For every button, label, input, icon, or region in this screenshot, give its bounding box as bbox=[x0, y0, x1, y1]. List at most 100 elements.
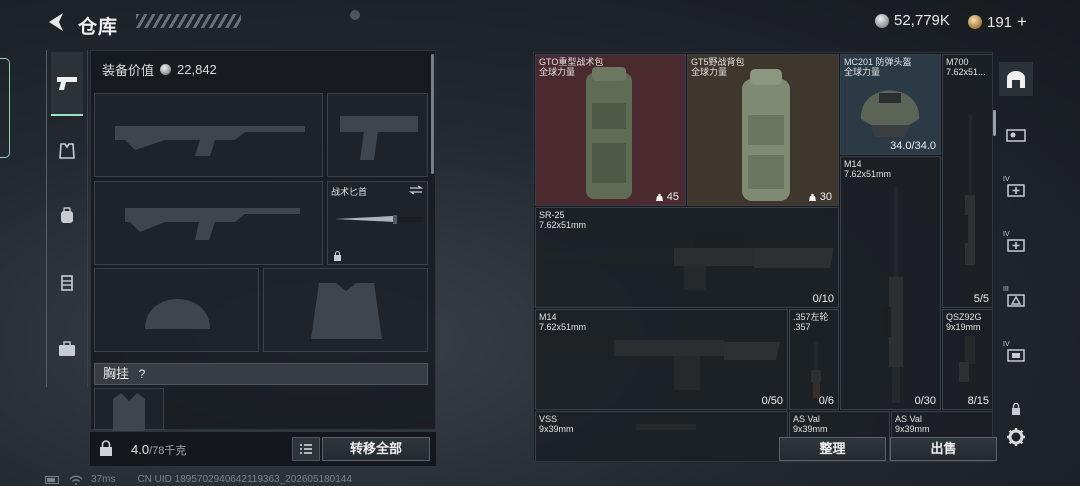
chest-rig-help-button[interactable]: ? bbox=[139, 364, 146, 384]
item-ammo: 0/50 bbox=[761, 395, 783, 407]
item-ammo: 0/6 bbox=[818, 395, 834, 407]
secondary-weapon-slot[interactable] bbox=[94, 181, 323, 265]
storage-item-m14[interactable]: M14 7.62x51mm 0/50 bbox=[535, 309, 788, 410]
tab-tier: III bbox=[1003, 286, 1009, 293]
storage-item-gto-bag[interactable]: GTO重型战术包 全球力量 45 bbox=[535, 54, 686, 206]
back-button[interactable] bbox=[45, 10, 69, 34]
swap-icon[interactable] bbox=[409, 185, 423, 195]
storage-scrollbar[interactable] bbox=[993, 110, 996, 136]
add-gold-button[interactable]: + bbox=[1017, 12, 1027, 32]
back-arrow-icon bbox=[49, 13, 63, 31]
weight-lock-icon bbox=[100, 440, 112, 456]
item-count: 45 bbox=[666, 191, 679, 203]
battle-rifle-icon bbox=[883, 187, 903, 403]
transfer-all-button[interactable]: 转移全部 bbox=[322, 437, 430, 461]
chest-rig-icon bbox=[61, 275, 73, 291]
storage-item-m700[interactable]: M700 7.62x51... 5/5 bbox=[942, 54, 992, 308]
nav-weapons[interactable] bbox=[51, 52, 83, 116]
tactical-knife-icon bbox=[335, 215, 423, 224]
storage-item-m14-vertical[interactable]: M14 7.62x51mm 0/30 bbox=[840, 156, 941, 410]
rifle-icon bbox=[636, 424, 696, 430]
battle-rifle-icon bbox=[544, 340, 780, 390]
equipment-value: 装备价值 22,842 bbox=[102, 60, 217, 79]
item-sub: 9x39mm bbox=[895, 424, 930, 434]
item-sub: 7.62x51mm bbox=[844, 169, 892, 179]
pistol-slot[interactable] bbox=[327, 93, 428, 177]
silver-coin-icon bbox=[875, 13, 889, 28]
side-drawer-handle[interactable] bbox=[0, 58, 10, 158]
item-name: SR-25 bbox=[539, 210, 565, 220]
storage-tab-4[interactable]: IV bbox=[1003, 231, 1029, 257]
item-name: AS Val bbox=[793, 414, 820, 424]
gear-icon bbox=[1007, 428, 1025, 446]
rifle-silhouette-icon bbox=[125, 208, 300, 240]
storage-tab-5[interactable]: III bbox=[1003, 286, 1029, 312]
nav-case[interactable] bbox=[51, 333, 83, 365]
item-name: QSZ92G bbox=[946, 312, 982, 322]
storage-tab-main[interactable] bbox=[999, 62, 1033, 96]
item-sub: 7.62x51... bbox=[946, 67, 986, 77]
item-ammo: 0/30 bbox=[914, 395, 936, 407]
nav-backpack[interactable] bbox=[51, 200, 83, 232]
helmet-icon bbox=[860, 90, 920, 137]
item-sub: 9x39mm bbox=[793, 424, 828, 434]
equipment-scrollbar[interactable] bbox=[431, 54, 434, 174]
helmet-silhouette-icon bbox=[145, 299, 210, 329]
tab-tier: IV bbox=[1003, 341, 1010, 348]
weight-icon bbox=[655, 193, 663, 201]
item-name: VSS bbox=[539, 414, 558, 424]
storage-tab-2[interactable] bbox=[1003, 121, 1029, 147]
silver-coin-icon bbox=[160, 64, 172, 75]
nav-armor[interactable] bbox=[51, 135, 83, 167]
storage-item-mc201-helmet[interactable]: MC201 防弹头盔 全球力量 34.0/34.0 bbox=[840, 54, 941, 155]
storage-item-qsz92g[interactable]: QSZ92G 9x19mm 8/15 bbox=[942, 309, 992, 410]
backpack-icon bbox=[61, 207, 73, 223]
chest-rig-header: 胸挂 ? bbox=[94, 363, 428, 385]
wifi-icon bbox=[69, 475, 83, 485]
item-name: M700 bbox=[946, 57, 969, 67]
locked-tab bbox=[1003, 396, 1029, 422]
storage-item-gt5-bag[interactable]: GT5野战背包 全球力量 30 bbox=[687, 54, 839, 206]
sort-button[interactable]: 整理 bbox=[779, 437, 886, 461]
storage-item-vss[interactable]: VSS 9x39mm bbox=[535, 411, 788, 461]
chest-rig-label: 胸挂 bbox=[103, 366, 130, 381]
storage-tab-6[interactable]: IV bbox=[1003, 341, 1029, 367]
item-name: MC201 防弹头盔 bbox=[844, 57, 912, 67]
gold-balance[interactable]: 191 + bbox=[968, 12, 1027, 32]
storage-grid: GTO重型战术包 全球力量 45 GT5野战背包 全球力量 30 MC201 防弹头… bbox=[533, 52, 993, 462]
weight-current: 4.0 bbox=[131, 442, 150, 457]
gold-balance-value: 191 bbox=[987, 13, 1013, 31]
melee-slot[interactable]: 战术匕首 bbox=[327, 181, 428, 265]
nav-chest-rig[interactable] bbox=[51, 267, 83, 299]
armor-silhouette-icon bbox=[311, 283, 382, 339]
item-ammo: 0/10 bbox=[812, 293, 834, 305]
marksman-rifle-icon bbox=[544, 238, 834, 290]
list-view-button[interactable] bbox=[292, 437, 320, 461]
silver-balance-value: 52,779K bbox=[894, 12, 950, 29]
weight-capacity: /78千克 bbox=[149, 445, 187, 457]
armor-slot[interactable] bbox=[263, 268, 428, 352]
user-uid: CN UID 1895702940642119363_202605180144 bbox=[137, 474, 352, 485]
pistol-icon bbox=[959, 336, 975, 382]
status-footer: 37ms CN UID 1895702940642119363_20260518… bbox=[45, 474, 352, 485]
ping-value: 37ms bbox=[91, 474, 116, 485]
lock-icon bbox=[1012, 403, 1020, 415]
item-sub: 9x19mm bbox=[946, 322, 981, 332]
settings-button[interactable] bbox=[1003, 424, 1029, 450]
rifle-silhouette-icon bbox=[115, 126, 305, 156]
storage-item-sr25[interactable]: SR-25 7.62x51mm 0/10 bbox=[535, 207, 839, 308]
item-sub: 7.62x51mm bbox=[539, 220, 587, 230]
primary-weapon-slot[interactable] bbox=[94, 93, 323, 177]
sell-button[interactable]: 出售 bbox=[890, 437, 997, 461]
battery-icon bbox=[45, 475, 59, 484]
storage-item-357-revolver[interactable]: .357左轮 .357 0/6 bbox=[789, 309, 839, 410]
item-ammo: 8/15 bbox=[967, 395, 989, 407]
storage-tab-3[interactable]: IV bbox=[1003, 176, 1029, 202]
tab-tier: IV bbox=[1003, 231, 1010, 238]
chest-rig-slot[interactable] bbox=[94, 388, 164, 431]
helmet-slot[interactable] bbox=[94, 268, 259, 352]
equipment-value-label: 装备价值 bbox=[102, 63, 155, 78]
chest-rig-silhouette-icon bbox=[113, 393, 145, 431]
title-stripes-decoration bbox=[136, 14, 241, 28]
item-sub: .357 bbox=[793, 322, 811, 332]
